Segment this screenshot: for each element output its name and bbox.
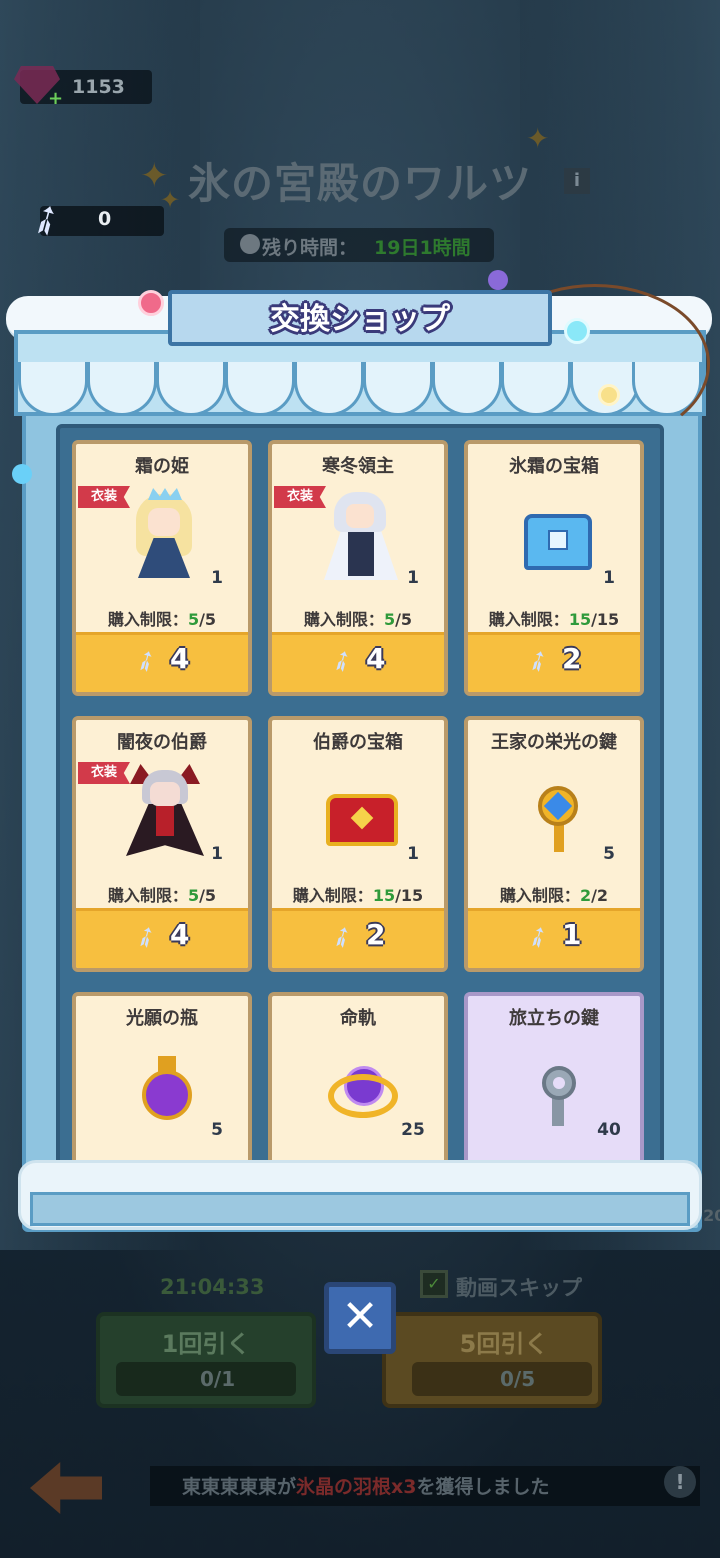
costume-tag: 衣装 bbox=[78, 486, 130, 508]
shop-item-journey-key[interactable]: 旅立ちの鍵 40 bbox=[464, 992, 644, 1162]
item-quantity: 1 bbox=[407, 844, 419, 864]
ticker-item: 氷晶の羽根x3 bbox=[296, 1476, 417, 1498]
shop-title: 交換ショップ bbox=[270, 302, 450, 337]
royal-key-icon bbox=[518, 764, 598, 860]
free-draw-timer: 21:04:33 bbox=[160, 1275, 265, 1299]
draw-one-label: 1回引く bbox=[161, 1330, 251, 1358]
purchase-limit: 購入制限：5/5 bbox=[107, 610, 217, 629]
price-button[interactable] bbox=[76, 632, 248, 692]
purchase-limit: 購入制限：5/5 bbox=[303, 610, 413, 629]
video-skip-checkbox[interactable]: ✓ bbox=[420, 1270, 448, 1298]
item-price: 4 bbox=[366, 642, 386, 675]
info-icon[interactable]: i bbox=[564, 168, 590, 194]
item-name: 伯爵の宝箱 bbox=[313, 732, 403, 753]
count-chest-icon bbox=[322, 764, 402, 860]
ticker-mid: が bbox=[277, 1476, 297, 1498]
draw-one-cost: 0/1 bbox=[200, 1367, 236, 1391]
wish-bottle-icon bbox=[126, 1040, 206, 1136]
night-count-icon bbox=[126, 764, 206, 860]
ticker-message: 東東東東東が氷晶の羽根x3を獲得しました bbox=[182, 1472, 550, 1499]
gem-add-icon[interactable]: + bbox=[48, 88, 63, 109]
costume-tag: 衣装 bbox=[274, 486, 326, 508]
time-value: 19日1時間 bbox=[374, 237, 471, 259]
price-button[interactable] bbox=[272, 632, 444, 692]
item-name: 寒冬領主 bbox=[322, 456, 394, 477]
clock-icon bbox=[240, 234, 260, 254]
item-price: 2 bbox=[562, 642, 582, 675]
garland-orb bbox=[488, 270, 508, 290]
event-title: 氷の宮殿のワルツ bbox=[187, 159, 532, 208]
gem-count: 1153 bbox=[72, 76, 125, 98]
item-quantity: 5 bbox=[211, 1120, 223, 1140]
time-label: 残り時間： bbox=[262, 237, 358, 259]
item-quantity: 40 bbox=[597, 1120, 621, 1140]
item-price: 2 bbox=[366, 918, 386, 951]
item-quantity: 5 bbox=[603, 844, 615, 864]
garland-orb bbox=[12, 464, 32, 484]
draw-five-cost: 0/5 bbox=[500, 1367, 536, 1391]
garland-orb bbox=[138, 290, 164, 316]
shop-item-winter-lord[interactable]: 寒冬領主 衣装 1 購入制限：5/5 ➶ 4 bbox=[268, 440, 448, 696]
winter-lord-icon bbox=[322, 488, 402, 584]
item-quantity: 1 bbox=[603, 568, 615, 588]
ticker-player: 東東東東東 bbox=[182, 1476, 278, 1498]
item-name: 命軌 bbox=[340, 1008, 376, 1029]
alert-icon[interactable]: ! bbox=[664, 1466, 696, 1498]
ice-chest-icon bbox=[518, 488, 598, 584]
item-name: 光願の瓶 bbox=[126, 1008, 198, 1029]
shop-item-fate-orbit[interactable]: 命軌 25 bbox=[268, 992, 448, 1162]
price-button[interactable] bbox=[468, 908, 640, 968]
price-button[interactable] bbox=[468, 632, 640, 692]
frost-princess-icon bbox=[126, 488, 206, 584]
feather-count: 0 bbox=[98, 208, 112, 230]
ticker-end: を獲得しました bbox=[416, 1476, 550, 1498]
close-button[interactable]: ✕ bbox=[324, 1282, 396, 1354]
item-name: 氷霜の宝箱 bbox=[509, 456, 599, 477]
shop-item-frost-princess[interactable]: 霜の姫 衣装 1 購入制限：5/5 ➶ 4 bbox=[72, 440, 252, 696]
purchase-limit: 購入制限：15/15 bbox=[292, 886, 424, 905]
purchase-limit: 購入制限：5/5 bbox=[107, 886, 217, 905]
fate-orbit-icon bbox=[322, 1040, 402, 1136]
item-quantity: 1 bbox=[211, 568, 223, 588]
shop-item-royal-key[interactable]: 王家の栄光の鍵 5 購入制限：2/2 ➶ 1 bbox=[464, 716, 644, 972]
item-quantity: 1 bbox=[407, 568, 419, 588]
item-name: 王家の栄光の鍵 bbox=[491, 732, 617, 753]
purchase-limit: 購入制限：2/2 bbox=[499, 886, 609, 905]
garland-orb bbox=[598, 384, 620, 406]
item-price: 4 bbox=[170, 918, 190, 951]
item-quantity: 1 bbox=[211, 844, 223, 864]
costume-tag: 衣装 bbox=[78, 762, 130, 784]
shop-item-ice-chest[interactable]: 氷霜の宝箱 1 購入制限：15/15 ➶ 2 bbox=[464, 440, 644, 696]
garland-orb bbox=[564, 318, 590, 344]
shop-item-grid[interactable]: 霜の姫 衣装 1 購入制限：5/5 ➶ 4 寒冬領主 衣装 1 購入制限：5/5… bbox=[56, 424, 664, 1166]
item-name: 闇夜の伯爵 bbox=[117, 732, 207, 753]
draw-five-label: 5回引く bbox=[459, 1330, 549, 1358]
item-name: 霜の姫 bbox=[135, 456, 189, 477]
shop-item-count-chest[interactable]: 伯爵の宝箱 1 購入制限：15/15 ➶ 2 bbox=[268, 716, 448, 972]
item-price: 1 bbox=[562, 918, 582, 951]
journey-key-icon bbox=[518, 1040, 598, 1136]
shop-item-night-count[interactable]: 闇夜の伯爵 衣装 1 購入制限：5/5 ➶ 4 bbox=[72, 716, 252, 972]
modal-base-band bbox=[30, 1192, 690, 1226]
price-button[interactable] bbox=[76, 908, 248, 968]
price-button[interactable] bbox=[272, 908, 444, 968]
shop-item-wish-bottle[interactable]: 光願の瓶 5 bbox=[72, 992, 252, 1162]
item-price: 4 bbox=[170, 642, 190, 675]
purchase-limit: 購入制限：15/15 bbox=[488, 610, 620, 629]
item-quantity: 25 bbox=[401, 1120, 425, 1140]
item-name: 旅立ちの鍵 bbox=[509, 1008, 599, 1029]
video-skip-label: 動画スキップ bbox=[456, 1276, 582, 1300]
